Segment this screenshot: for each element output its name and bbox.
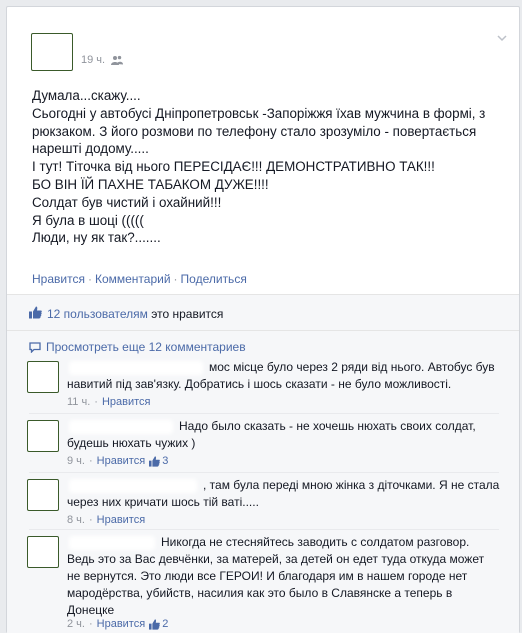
like-link[interactable]: Нравится xyxy=(32,272,85,286)
comment-avatar[interactable] xyxy=(27,536,59,568)
comment-line: будешь нюхать чужих ) xyxy=(67,436,196,450)
separator: · xyxy=(173,272,178,286)
post-line: БО ВІН ЇЙ ПАХНЕ ТАБАКОМ ДУЖЕ!!!! xyxy=(32,176,269,192)
post-actions: Нравится · Комментарий · Поделиться xyxy=(32,272,247,286)
post-timestamp[interactable]: 19 ч. xyxy=(81,54,105,66)
thumbs-up-icon xyxy=(149,455,160,467)
comment-item: , там була переді мною жінка з діточками… xyxy=(27,477,517,529)
comment-line: , там була переді мною жінка з діточками… xyxy=(203,478,500,492)
comment-time[interactable]: 11 ч. xyxy=(67,396,90,408)
comment-item: Надо было сказать - не хочешь нюхать сво… xyxy=(27,418,517,470)
post-line: І тут! Тіточка від нього ПЕРЕСІДАЄ!!! ДЕ… xyxy=(32,159,435,175)
separator: · xyxy=(88,618,93,630)
post-line: Сьогодні у автобусі Дніпропетровськ -Зап… xyxy=(32,105,486,121)
comment-time[interactable]: 2 ч. xyxy=(67,618,85,630)
likes-count-link[interactable]: 12 пользователям xyxy=(47,307,148,321)
comment-line: Донецке xyxy=(67,603,115,617)
comment-divider xyxy=(29,472,499,473)
comment-time[interactable]: 8 ч. xyxy=(67,514,85,526)
comment-like-link[interactable]: Нравится xyxy=(97,455,146,467)
post-body: Думала...скажу.... Сьогодні у автобусі Д… xyxy=(32,87,512,247)
comment-text: Надо было сказать - не хочешь нюхать сво… xyxy=(67,418,507,452)
post-line: Я була в шоці ((((( xyxy=(32,212,144,228)
comment-like-count[interactable]: 3 xyxy=(162,455,168,467)
comment-avatar[interactable] xyxy=(27,361,59,393)
post-meta: 19 ч. xyxy=(81,54,124,66)
comment-line: Никогда не стесняйтесь заводить с солдат… xyxy=(161,535,470,549)
likes-suffix: это нравится xyxy=(147,307,224,321)
comment-line: мародёрства, убийств, насилия как это бы… xyxy=(67,586,453,600)
separator: · xyxy=(88,514,93,526)
comment-line: не вернутся. Это люди все ГЕРОИ! И благо… xyxy=(67,569,468,583)
view-more-comments[interactable]: Просмотреть еще 12 комментариев xyxy=(29,340,246,354)
likes-summary: 12 пользователям это нравится xyxy=(7,294,519,330)
separator: · xyxy=(87,272,92,286)
friends-audience-icon[interactable] xyxy=(111,55,124,65)
comment-like-link[interactable]: Нравится xyxy=(102,396,151,408)
post-line: нарешті додому..... xyxy=(32,141,149,157)
author-avatar[interactable] xyxy=(31,33,73,71)
comment-meta: 2 ч. · Нравится 2 xyxy=(67,618,168,630)
comment-item: мос місце було через 2 ряди від нього. А… xyxy=(27,359,517,413)
comment-time[interactable]: 9 ч. xyxy=(67,455,85,467)
comment-like-count[interactable]: 2 xyxy=(162,618,168,630)
comment-line: Ведь это за Вас девчёнки, за матерей, за… xyxy=(67,552,485,566)
thumbs-up-icon xyxy=(29,306,42,319)
comment-line: Надо было сказать - не хочешь нюхать сво… xyxy=(179,419,476,433)
comment-text: мос місце було через 2 ряди від нього. А… xyxy=(67,359,507,393)
comment-item: Никогда не стесняйтесь заводить с солдат… xyxy=(27,534,517,632)
comment-line: мос місце було через 2 ряди від нього. А… xyxy=(209,360,495,374)
comment-meta: 11 ч. · Нравится xyxy=(67,396,150,408)
separator: · xyxy=(94,396,98,408)
separator: · xyxy=(88,455,93,467)
thumbs-up-icon xyxy=(149,618,160,630)
comment-meta: 8 ч. · Нравится xyxy=(67,514,145,526)
comment-avatar[interactable] xyxy=(27,420,59,452)
comment-line: навитий під зав'язку. Добратись і шось с… xyxy=(67,377,452,391)
comment-link[interactable]: Комментарий xyxy=(95,272,171,286)
post-card: 19 ч. Думала...скажу.... Сьогодні у авто… xyxy=(6,6,520,633)
comment-like-link[interactable]: Нравится xyxy=(97,618,146,630)
comment-text: Никогда не стесняйтесь заводить с солдат… xyxy=(67,534,507,619)
view-more-label: Просмотреть еще 12 комментариев xyxy=(46,340,246,354)
post-line: Люди, ну як так?....... xyxy=(32,230,161,246)
post-line: Думала...скажу.... xyxy=(32,88,141,103)
comment-like-link[interactable]: Нравится xyxy=(97,514,146,526)
comment-meta: 9 ч. · Нравится 3 xyxy=(67,455,168,467)
post-line: рюкзаком. З його розмови по телефону ста… xyxy=(32,123,477,139)
comment-avatar[interactable] xyxy=(27,479,59,511)
chevron-down-icon[interactable] xyxy=(497,33,507,43)
comment-line: через них кричати шось тій ваті..... xyxy=(67,495,259,509)
comment-divider xyxy=(29,413,499,414)
likes-text: 12 пользователям это нравится xyxy=(47,307,223,321)
share-link[interactable]: Поделиться xyxy=(181,272,247,286)
comment-divider xyxy=(29,529,499,530)
comment-text: , там була переді мною жінка з діточками… xyxy=(67,477,507,511)
comments-section: Просмотреть еще 12 комментариев мос місц… xyxy=(7,330,519,633)
post-line: Солдат був чистий і охайний!!! xyxy=(32,194,222,210)
comment-bubble-icon xyxy=(29,341,41,353)
